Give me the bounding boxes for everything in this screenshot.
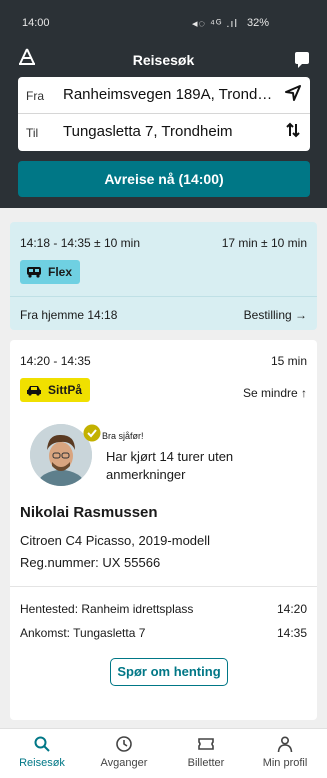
pickup-location: Hentested: Ranheim idrettsplass [20, 602, 194, 616]
verified-badge-icon [83, 424, 101, 442]
trip-search-form: Fra Ranheimsvegen 189A, Trondheim Til Tu… [18, 77, 310, 151]
registration-number: Reg.nummer: UX 55566 [20, 555, 161, 570]
divider [10, 586, 317, 587]
pickup-text: Fra hjemme 14:18 [20, 308, 118, 322]
sittpa-trip-card: 14:20 - 14:35 15 min SittPå Se mindre ↑ … [10, 340, 317, 720]
ticket-icon [198, 738, 214, 750]
ask-pickup-button[interactable]: Spør om henting [110, 658, 228, 686]
profile-icon [277, 736, 293, 753]
good-driver-tag: Bra sjåfør! [102, 431, 144, 441]
nav-label: Billetter [187, 757, 225, 769]
to-input[interactable]: Tungasletta 7, Trondheim [63, 123, 278, 140]
from-field[interactable]: Fra Ranheimsvegen 189A, Trondheim [18, 77, 310, 114]
bus-icon [27, 267, 41, 278]
to-label: Til [26, 126, 39, 140]
trip-duration: 17 min ± 10 min [221, 236, 307, 250]
trip-duration: 15 min [270, 354, 307, 368]
signal-icons: ◂◌ ⁴ᴳ .ıl [192, 18, 238, 30]
swap-icon[interactable] [284, 122, 302, 142]
from-input[interactable]: Ranheimsvegen 189A, Trondheim [63, 86, 278, 103]
clock-icon [116, 736, 132, 752]
sittpa-badge: SittPå [20, 378, 91, 402]
nav-avganger[interactable]: Avganger [84, 729, 164, 778]
chat-icon[interactable] [295, 52, 309, 68]
header-panel: 14:00 ◂◌ ⁴ᴳ .ıl 32% Reisesøk Fra Ranheim… [0, 0, 327, 208]
nav-reisesok[interactable]: Reisesøk [2, 729, 82, 778]
trip-times: 14:20 - 14:35 [20, 354, 91, 368]
arrival-location: Ankomst: Tungasletta 7 [20, 626, 146, 640]
good-driver-text: Har kjørt 14 turer uten anmerkninger [106, 449, 234, 482]
flex-badge-label: Flex [48, 265, 73, 279]
depart-now-button[interactable]: Avreise nå (14:00) [18, 161, 310, 197]
status-bar: 14:00 ◂◌ ⁴ᴳ .ıl 32% [0, 0, 327, 40]
car-icon [27, 386, 41, 396]
show-less-link[interactable]: Se mindre ↑ [243, 386, 307, 400]
page-title: Reisesøk [132, 52, 195, 68]
search-icon [34, 736, 50, 752]
arrival-time: 14:35 [276, 626, 307, 640]
location-arrow-icon[interactable] [284, 85, 302, 105]
nav-min-profil[interactable]: Min profil [245, 729, 325, 778]
sittpa-badge-label: SittPå [48, 383, 83, 397]
nav-label: Avganger [100, 757, 148, 769]
bottom-navigation: Reisesøk Avganger Billetter Min profil [0, 728, 327, 778]
nav-label: Reisesøk [19, 757, 65, 769]
flex-trip-card[interactable]: 14:18 - 14:35 ± 10 min 17 min ± 10 min F… [10, 222, 317, 330]
status-time: 14:00 [22, 17, 50, 29]
from-label: Fra [26, 89, 44, 103]
driver-name: Nikolai Rasmussen [20, 504, 158, 521]
trip-times: 14:18 - 14:35 ± 10 min [20, 236, 140, 250]
divider [10, 296, 317, 297]
pickup-time: 14:20 [276, 602, 307, 616]
nav-label: Min profil [262, 757, 308, 769]
title-bar: Reisesøk [0, 44, 327, 74]
results-list: 14:18 - 14:35 ± 10 min 17 min ± 10 min F… [0, 208, 327, 728]
battery-level: 32% [247, 17, 270, 29]
car-model: Citroen C4 Picasso, 2019-modell [20, 533, 211, 548]
nav-billetter[interactable]: Billetter [166, 729, 246, 778]
flex-badge: Flex [20, 260, 81, 284]
to-field[interactable]: Til Tungasletta 7, Trondheim [18, 114, 310, 151]
order-link[interactable]: Bestilling → [244, 308, 307, 322]
